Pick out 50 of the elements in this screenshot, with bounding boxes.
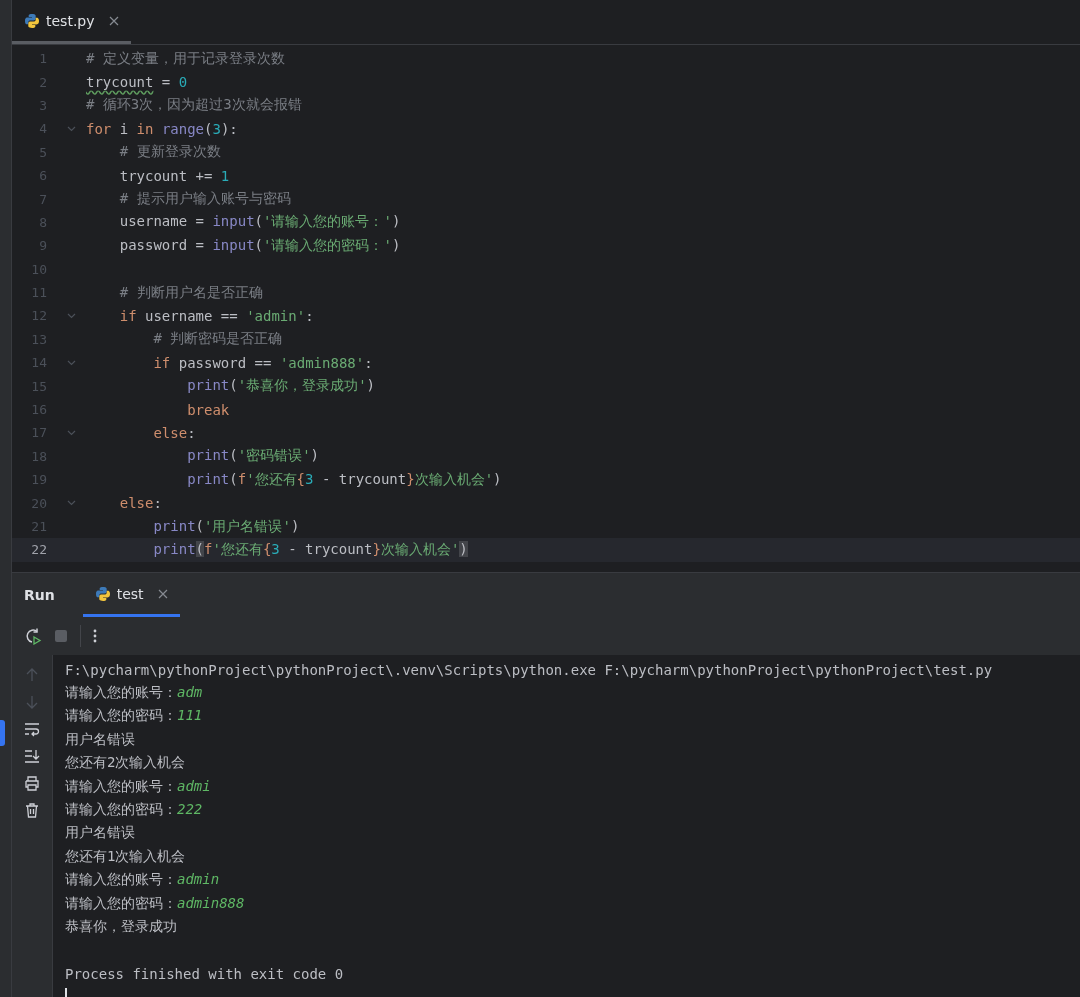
soft-wrap-icon[interactable]	[24, 721, 40, 737]
close-icon[interactable]	[157, 588, 168, 599]
console-prompt: 请输入您的账号：adm	[65, 684, 203, 703]
more-icon[interactable]	[93, 628, 97, 644]
panel-title: Run	[24, 587, 55, 603]
code-line: # 提示用户输入账号与密码	[118, 190, 291, 209]
close-icon[interactable]	[108, 15, 119, 26]
console-prompt: 请输入您的密码：111	[65, 707, 203, 726]
console-output: 用户名错误	[65, 824, 135, 843]
code-line: else:	[118, 495, 162, 512]
code-line: for i in range(3):	[86, 120, 238, 137]
code-line: # 判断用户名是否正确	[118, 283, 263, 302]
console-output: 您还有2次输入机会	[65, 754, 186, 773]
code-line: # 循环3次，因为超过3次就会报错	[86, 96, 302, 115]
code-line: print(f'您还有{3 - trycount}次输入机会')	[152, 540, 468, 559]
code-line: else:	[152, 424, 196, 441]
code-line: print('恭喜你，登录成功')	[186, 377, 376, 396]
trash-icon[interactable]	[24, 802, 40, 818]
line-number: 22	[30, 542, 47, 558]
console-output: Process finished with exit code 0	[65, 965, 344, 982]
console-output: 用户名错误	[65, 730, 135, 749]
code-line: print('密码错误')	[186, 447, 320, 466]
rerun-icon[interactable]	[24, 627, 42, 645]
console-prompt: 请输入您的密码：222	[65, 801, 203, 820]
scroll-to-end-icon[interactable]	[24, 748, 40, 764]
print-icon[interactable]	[24, 775, 40, 791]
python-icon	[24, 12, 40, 29]
console-output: 您还有1次输入机会	[65, 847, 186, 866]
console-output: F:\pycharm\pythonProject\pythonProject\.venv\Scripts\python.exe F:\pycharm\pythonProject\pythonProject\test.py	[65, 661, 993, 678]
console-prompt: 请输入您的账号：admi	[65, 777, 211, 796]
code-line: if password == 'admin888':	[152, 354, 373, 371]
console-prompt: 请输入您的密码：admin888	[65, 894, 245, 913]
stop-icon[interactable]	[54, 629, 68, 643]
code-line: print('用户名错误')	[152, 517, 300, 536]
active-indicator	[0, 720, 5, 746]
code-line: trycount = 0	[86, 74, 188, 91]
code-line: # 更新登录次数	[118, 143, 221, 162]
code-line: password = input('请输入您的密码：')	[118, 236, 401, 255]
code-line: if username == 'admin':	[118, 308, 314, 324]
console-prompt: 请输入您的账号：admin	[65, 871, 220, 890]
code-line: # 判断密码是否正确	[152, 330, 283, 349]
code-line: print(f'您还有{3 - trycount}次输入机会')	[186, 470, 502, 489]
code-line: break	[186, 401, 230, 418]
editor-tab[interactable]: test.py	[12, 0, 131, 44]
code-line: # 定义变量，用于记录登录次数	[86, 49, 285, 68]
code-line: username = input('请输入您的账号：')	[118, 213, 401, 232]
console-output: 恭喜你，登录成功	[65, 918, 177, 936]
run-tab[interactable]: test	[82, 573, 180, 617]
python-icon	[94, 585, 111, 602]
code-line: trycount += 1	[118, 167, 230, 184]
